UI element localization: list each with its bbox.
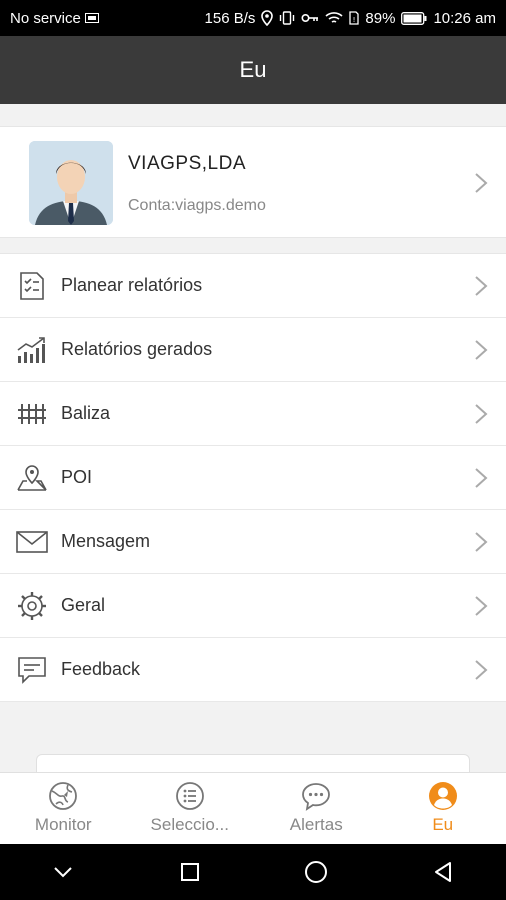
- chevron-right-icon: [475, 660, 488, 680]
- chevron-down-icon: [54, 867, 72, 878]
- tab-eu[interactable]: Eu: [380, 773, 506, 844]
- tab-label: Alertas: [289, 815, 343, 834]
- user-icon: [428, 781, 458, 811]
- profile-account: Conta:viagps.demo: [128, 197, 266, 214]
- circle-icon: [305, 861, 328, 883]
- tab-alertas[interactable]: Alertas: [253, 773, 380, 844]
- sim-icon: [84, 13, 99, 23]
- tab-label: Eu: [432, 815, 454, 834]
- profile-name: VIAGPS,LDA: [128, 153, 246, 174]
- battery-icon: [401, 11, 427, 25]
- chevron-right-icon: [475, 276, 488, 296]
- clock: 10:26 am: [433, 9, 496, 27]
- wifi-icon: [325, 11, 343, 25]
- globe-icon: [48, 781, 78, 811]
- nav-recents-button[interactable]: [160, 844, 220, 900]
- tab-seleccionar[interactable]: Seleccio...: [127, 773, 254, 844]
- menu-item-planear-relatorios[interactable]: Planear relatórios: [0, 254, 506, 318]
- sd-card-icon: !: [349, 11, 360, 25]
- menu-item-relatorios-gerados[interactable]: Relatórios gerados: [0, 318, 506, 382]
- menu-item-label: Feedback: [61, 659, 141, 679]
- chevron-right-icon: [475, 404, 488, 424]
- nav-home-button[interactable]: [286, 844, 346, 900]
- battery-percent: 89%: [365, 9, 396, 27]
- vibrate-icon: [279, 11, 295, 25]
- menu-item-feedback[interactable]: Feedback: [0, 638, 506, 702]
- chevron-right-icon: [475, 173, 488, 193]
- report-plan-icon: [16, 270, 48, 302]
- nav-collapse-button[interactable]: [33, 844, 93, 900]
- location-icon: [261, 10, 274, 26]
- menu-item-label: Relatórios gerados: [61, 339, 213, 359]
- system-nav-bar: [0, 844, 506, 900]
- bottom-tab-bar: Monitor Seleccio... Alertas Eu: [0, 772, 506, 844]
- tab-label: Monitor: [34, 815, 92, 834]
- list-icon: [175, 781, 205, 811]
- chevron-right-icon: [475, 532, 488, 552]
- menu-item-label: Geral: [61, 595, 106, 615]
- net-speed: 156 B/s: [204, 9, 256, 27]
- mail-icon: [16, 526, 48, 558]
- tab-label: Seleccio...: [150, 815, 229, 834]
- status-bar: No service 156 B/s ! 89% 10:26 am: [0, 0, 506, 36]
- menu-item-geral[interactable]: Geral: [0, 574, 506, 638]
- nav-back-button[interactable]: [413, 844, 473, 900]
- menu-item-label: Mensagem: [61, 531, 151, 551]
- menu-item-baliza[interactable]: Baliza: [0, 382, 506, 446]
- menu-item-mensagem[interactable]: Mensagem: [0, 510, 506, 574]
- chat-icon: [301, 781, 331, 811]
- chevron-right-icon: [475, 596, 488, 616]
- square-icon: [180, 863, 199, 881]
- page-title: Eu: [239, 57, 267, 82]
- key-icon: [301, 13, 319, 23]
- avatar: [29, 141, 113, 225]
- svg-text:!: !: [353, 16, 356, 24]
- app-bar: Eu: [0, 36, 506, 104]
- fence-icon: [16, 398, 48, 430]
- tab-monitor[interactable]: Monitor: [0, 773, 127, 844]
- feedback-icon: [16, 654, 48, 686]
- settings-menu: Planear relatórios Relatórios gerados Ba…: [0, 253, 506, 702]
- chevron-right-icon: [475, 468, 488, 488]
- menu-item-label: Baliza: [61, 403, 111, 423]
- menu-item-label: Planear relatórios: [61, 275, 203, 295]
- profile-card[interactable]: VIAGPS,LDA Conta:viagps.demo: [0, 126, 506, 238]
- triangle-back-icon: [434, 862, 451, 882]
- chevron-right-icon: [475, 340, 488, 360]
- poi-icon: [16, 462, 48, 494]
- menu-item-label: POI: [61, 467, 93, 487]
- gear-icon: [16, 590, 48, 622]
- chart-trend-icon: [16, 334, 48, 366]
- menu-item-poi[interactable]: POI: [0, 446, 506, 510]
- carrier-label: No service: [10, 9, 81, 27]
